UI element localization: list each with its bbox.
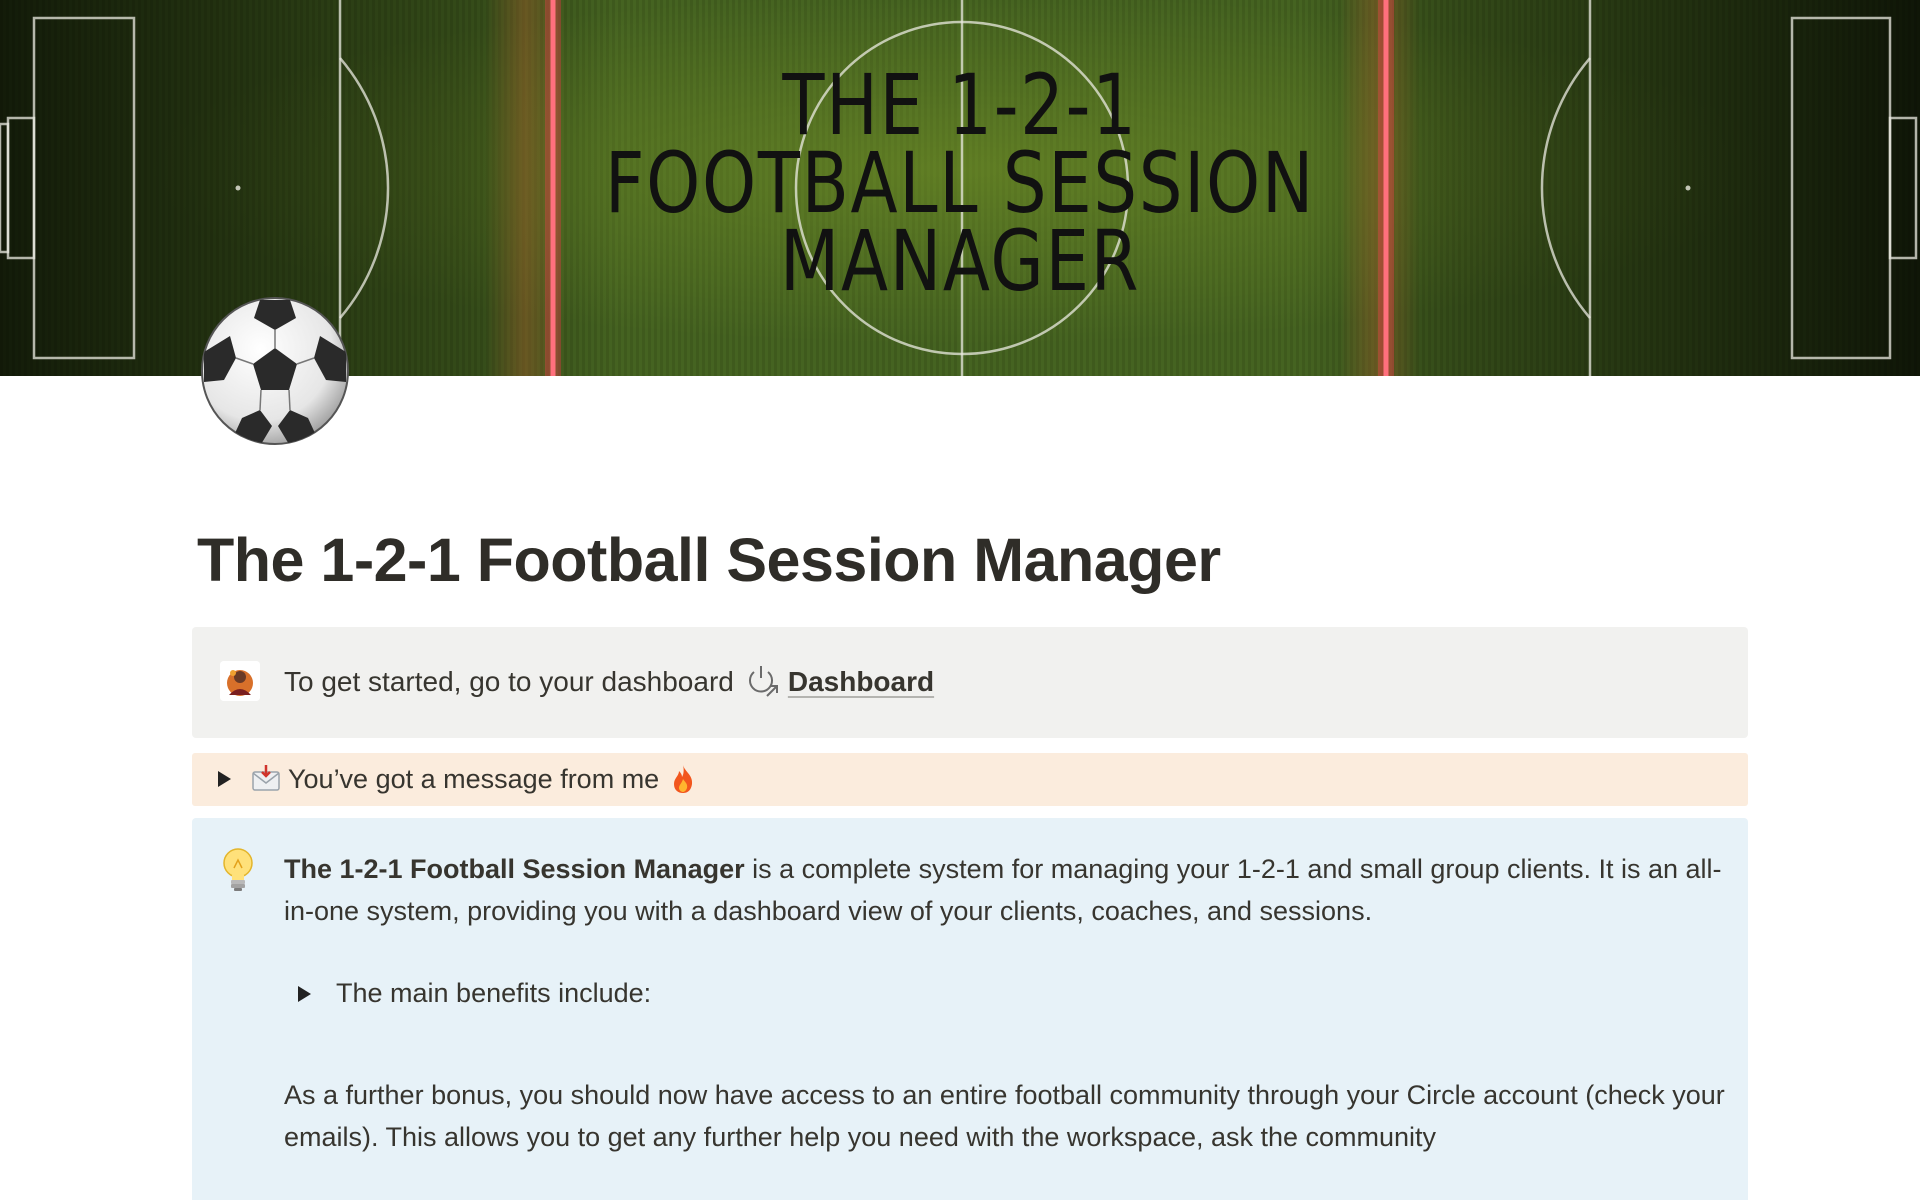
message-toggle[interactable]: You’ve got a message from me — [192, 753, 1748, 806]
page-title[interactable]: The 1-2-1 Football Session Manager — [197, 525, 1221, 595]
linked-page-arrow-icon[interactable] — [744, 663, 782, 701]
light-bulb-icon — [220, 846, 256, 894]
envelope-icon — [250, 763, 282, 795]
get-started-text: To get started, go to your dashboard Das… — [284, 663, 934, 701]
cover-title: THE 1-2-1 FOOTBALL SESSION MANAGER — [173, 56, 1747, 310]
benefits-toggle-label[interactable]: The main benefits include: — [336, 978, 651, 1009]
cover-title-line: FOOTBALL SESSION — [604, 134, 1316, 232]
get-started-callout: To get started, go to your dashboard Das… — [192, 627, 1748, 738]
message-toggle-label[interactable]: You’ve got a message from me — [250, 763, 699, 795]
info-callout: The 1-2-1 Football Session Manager is a … — [192, 818, 1748, 1200]
get-started-label: To get started, go to your dashboard — [284, 666, 734, 697]
toggle-arrow-icon[interactable] — [290, 980, 318, 1008]
dashboard-link[interactable]: Dashboard — [788, 666, 934, 698]
intro-paragraph: The 1-2-1 Football Session Manager is a … — [284, 848, 1724, 932]
bonus-paragraph: As a further bonus, you should now have … — [284, 1080, 1725, 1152]
intro-bold: The 1-2-1 Football Session Manager — [284, 854, 745, 884]
benefits-toggle[interactable]: The main benefits include: — [284, 978, 651, 1009]
profile-avatar-icon — [220, 661, 260, 701]
soccer-ball-icon[interactable] — [200, 296, 350, 446]
message-toggle-text: You’ve got a message from me — [288, 763, 660, 794]
fire-icon — [667, 763, 699, 795]
cover-title-line: MANAGER — [779, 212, 1141, 310]
cover-title-line: THE 1-2-1 — [782, 56, 1138, 154]
toggle-arrow-icon[interactable] — [210, 765, 238, 793]
